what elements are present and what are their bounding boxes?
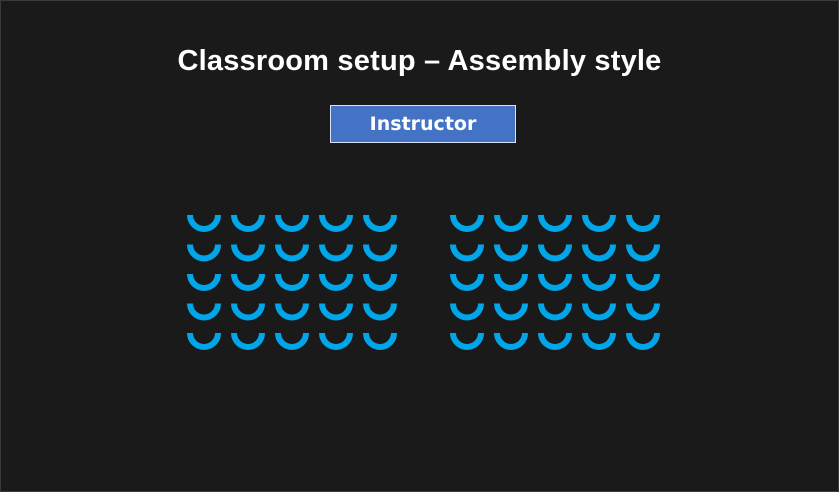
- seat-arc-icon: [538, 214, 572, 232]
- seat-arc-icon: [319, 303, 353, 321]
- seat-arc-icon: [582, 332, 616, 350]
- seat-arc-icon: [494, 244, 528, 262]
- seat-arc-icon: [450, 273, 484, 291]
- seat-arc-icon: [538, 273, 572, 291]
- seat-arc-icon: [450, 332, 484, 350]
- seat-arc-icon: [582, 303, 616, 321]
- seat-arc-icon: [363, 303, 397, 321]
- seat-arc-icon: [319, 273, 353, 291]
- seat-arc-icon: [538, 332, 572, 350]
- seat-arc-icon: [275, 273, 309, 291]
- seat-arc-icon: [626, 273, 660, 291]
- seat-arc-icon: [494, 332, 528, 350]
- seat-arc-icon: [187, 214, 221, 232]
- seat-arc-icon: [494, 214, 528, 232]
- seat-arc-icon: [231, 303, 265, 321]
- seat-arc-icon: [363, 244, 397, 262]
- seat-arc-icon: [275, 214, 309, 232]
- seat-arc-icon: [319, 332, 353, 350]
- seat-arc-icon: [187, 332, 221, 350]
- seat-arc-icon: [626, 303, 660, 321]
- seat-arc-icon: [231, 332, 265, 350]
- slide-canvas: Classroom setup – Assembly style Instruc…: [0, 0, 839, 492]
- seat-arc-icon: [319, 214, 353, 232]
- seat-arc-icon: [582, 244, 616, 262]
- seat-arc-icon: [538, 303, 572, 321]
- seat-arc-icon: [187, 273, 221, 291]
- seat-arc-icon: [582, 273, 616, 291]
- seat-arc-icon: [187, 303, 221, 321]
- seat-arc-icon: [231, 214, 265, 232]
- seat-arc-icon: [231, 273, 265, 291]
- seat-arc-icon: [363, 273, 397, 291]
- seat-arc-icon: [275, 244, 309, 262]
- seat-arc-icon: [275, 332, 309, 350]
- seat-arc-icon: [187, 244, 221, 262]
- seat-arc-icon: [450, 244, 484, 262]
- seat-arc-icon: [582, 214, 616, 232]
- seat-arc-icon: [231, 244, 265, 262]
- seating-area: [187, 214, 660, 350]
- seat-arc-icon: [363, 332, 397, 350]
- seat-arc-icon: [450, 303, 484, 321]
- seat-arc-icon: [275, 303, 309, 321]
- seat-arc-icon: [494, 303, 528, 321]
- seat-arc-icon: [450, 214, 484, 232]
- seat-arc-icon: [626, 244, 660, 262]
- seat-arc-icon: [494, 273, 528, 291]
- seat-arc-icon: [319, 244, 353, 262]
- seat-arc-icon: [626, 214, 660, 232]
- seat-arc-icon: [626, 332, 660, 350]
- seat-arc-icon: [538, 244, 572, 262]
- seat-arc-icon: [363, 214, 397, 232]
